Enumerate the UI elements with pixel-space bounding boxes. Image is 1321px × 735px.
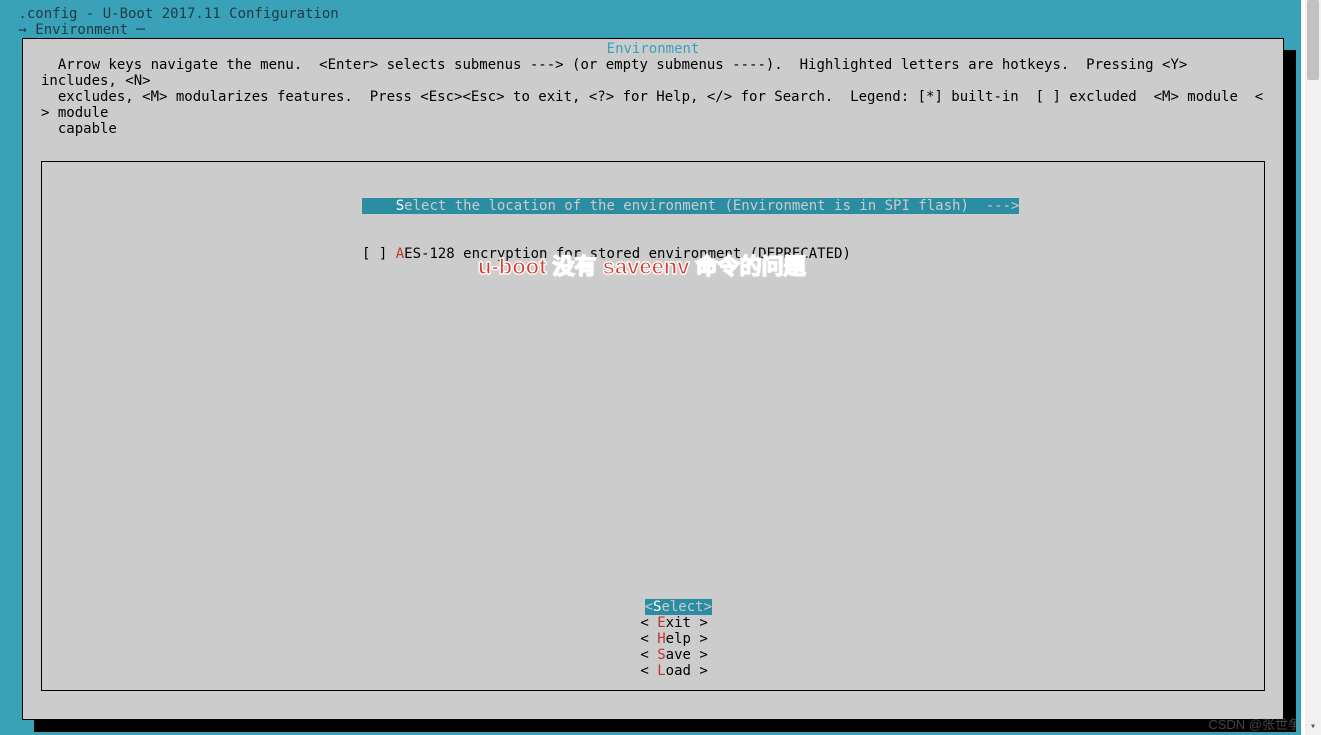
menu-item-env-location[interactable]: Select the location of the environment (… (362, 198, 1019, 214)
help-line-2: excludes, <M> modularizes features. Pres… (23, 89, 1283, 121)
menuconfig-panel: Environment Arrow keys navigate the menu… (22, 38, 1284, 720)
button-bar: <Select> < Exit > < Help > < Save > < Lo… (23, 583, 1283, 695)
menu-item-aes128[interactable]: [ ] AES-128 encryption for stored enviro… (362, 246, 1019, 262)
help-line-1: Arrow keys navigate the menu. <Enter> se… (23, 57, 1283, 89)
select-button[interactable]: <Select> (645, 599, 712, 615)
save-button[interactable]: < Save > (640, 647, 716, 663)
breadcrumb: → Environment ─ (6, 22, 1295, 38)
help-button[interactable]: < Help > (640, 631, 716, 647)
load-button[interactable]: < Load > (640, 663, 716, 679)
exit-button[interactable]: < Exit > (640, 615, 716, 631)
scroll-thumb[interactable] (1307, 0, 1319, 80)
window-title: .config - U-Boot 2017.11 Configuration (6, 6, 1295, 22)
terminal-window: .config - U-Boot 2017.11 Configuration →… (0, 0, 1301, 735)
vertical-scrollbar[interactable]: ▴ ▾ (1305, 0, 1321, 735)
watermark: CSDN @张世争 (1208, 714, 1301, 733)
menu-items: Select the location of the environment (… (362, 166, 1019, 294)
panel-title: Environment (23, 41, 1283, 57)
help-line-3: capable (23, 121, 1283, 137)
scroll-down-arrow[interactable]: ▾ (1305, 719, 1321, 735)
